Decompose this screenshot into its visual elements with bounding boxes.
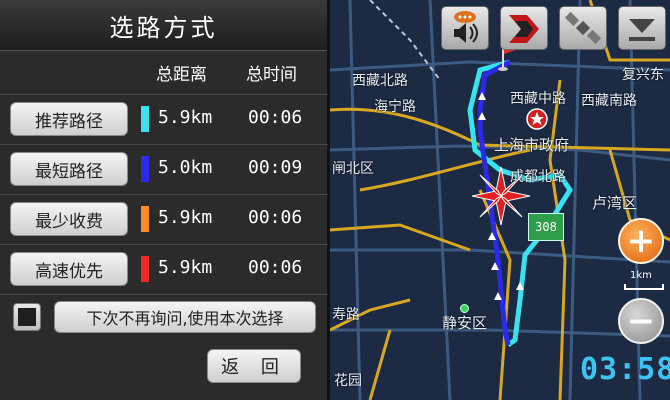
route-time: 00:06 (248, 207, 303, 228)
route-color-swatch (141, 156, 149, 182)
route-distance: 5.0km (158, 157, 213, 178)
dont-ask-button[interactable]: 下次不再询问,使用本次选择 (54, 301, 316, 333)
map-label-haining: 海宁路 (374, 99, 416, 115)
map-label-xizang-nan: 西藏南路 (581, 93, 637, 109)
satellite-button[interactable] (559, 6, 607, 50)
route-distance: 5.9km (158, 257, 213, 278)
map-label-zhabei: 闸北区 (332, 161, 374, 177)
route-time: 00:09 (248, 157, 303, 178)
header-distance: 总距离 (156, 65, 207, 85)
route-button-least-toll[interactable]: 最少收费 (10, 202, 128, 236)
city-hall-marker-icon (526, 108, 548, 130)
zoom-in-button[interactable]: + (618, 218, 664, 264)
route-time: 00:06 (248, 107, 303, 128)
map-label-fuxing: 复兴东 (622, 67, 664, 83)
route-time: 00:06 (248, 257, 303, 278)
minus-icon: − (626, 301, 656, 341)
checkbox-box (18, 308, 36, 326)
route-selection-panel: 选路方式 总距离 总时间 推荐路径 5.9km 00:06 最短路径 5.0km… (0, 0, 330, 400)
scale-label: 1km (630, 270, 652, 281)
back-button[interactable]: 返 回 (207, 349, 301, 383)
map-label-xizang-zhong: 西藏中路 (510, 91, 566, 107)
map-label-xizang-bei: 西藏北路 (352, 73, 408, 89)
sound-button[interactable] (441, 6, 489, 50)
dont-ask-row: 下次不再询问,使用本次选择 (0, 294, 328, 339)
route-row: 最少收费 5.9km 00:06 (0, 194, 328, 243)
title-bar: 选路方式 (0, 0, 327, 51)
dont-ask-checkbox[interactable] (13, 303, 41, 331)
scale-bar (624, 284, 664, 290)
destination-button[interactable] (500, 6, 548, 50)
route-color-swatch (141, 206, 149, 232)
route-row: 最短路径 5.0km 00:09 (0, 144, 328, 193)
route-color-swatch (141, 256, 149, 282)
header-time: 总时间 (246, 65, 297, 85)
route-distance: 5.9km (158, 207, 213, 228)
map-label-huayuan: 花园 (334, 373, 362, 389)
route-row: 推荐路径 5.9km 00:06 (0, 94, 328, 143)
speaker-icon (454, 11, 478, 43)
map-label-luwan: 卢湾区 (592, 194, 638, 212)
map-scale: 1km (622, 270, 664, 290)
menu-button[interactable] (618, 6, 666, 50)
destination-flag-icon (509, 15, 539, 43)
panel-title: 选路方式 (109, 13, 218, 42)
map-view[interactable]: 西藏北路 海宁路 西藏中路 西藏南路 复兴东 上海市政府 成都北路 闸北区 卢湾… (330, 0, 670, 400)
map-label-yanan: 寿路 (332, 307, 360, 323)
route-button-recommended[interactable]: 推荐路径 (10, 102, 128, 136)
zoom-out-button[interactable]: − (618, 298, 664, 344)
map-label-chengdu-bei: 成都北路 (510, 169, 566, 185)
plus-icon: + (626, 221, 656, 261)
route-button-highway[interactable]: 高速优先 (10, 252, 128, 286)
clock: 03:58 (580, 352, 670, 387)
satellite-icon (564, 11, 602, 45)
route-button-shortest[interactable]: 最短路径 (10, 152, 128, 186)
route-color-swatch (141, 106, 149, 132)
map-label-jingan: 静安区 (442, 314, 488, 332)
download-arrow-icon (629, 19, 655, 41)
speed-marker: 308 (528, 213, 564, 241)
route-distance: 5.9km (158, 107, 213, 128)
route-row: 高速优先 5.9km 00:06 (0, 244, 328, 293)
map-label-city-hall: 上海市政府 (494, 136, 570, 154)
